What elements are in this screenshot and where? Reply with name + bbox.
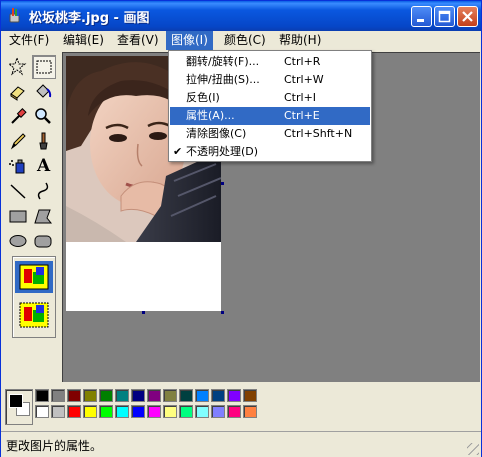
menu-item-shortcut: Ctrl+Shft+N	[284, 127, 353, 140]
minimize-button[interactable]	[411, 6, 432, 27]
menu-colors[interactable]: 颜色(C)	[219, 31, 271, 50]
palette-swatch[interactable]	[195, 389, 209, 402]
window-title: 松坂桃李.jpg - 画图	[29, 11, 150, 26]
menu-item-draw-opaque[interactable]: ✔ 不透明处理(D)	[170, 143, 370, 161]
image-menu-dropdown: 翻转/旋转(F)... Ctrl+R 拉伸/扭曲(S)... Ctrl+W 反色…	[168, 50, 372, 162]
magnifier-icon[interactable]	[32, 105, 56, 129]
rectangle-select-icon[interactable]	[32, 55, 56, 79]
menu-item-invert-colors[interactable]: 反色(I) Ctrl+I	[170, 89, 370, 107]
pencil-icon[interactable]	[7, 130, 31, 154]
palette-swatch[interactable]	[243, 405, 257, 418]
resize-handle-bottom[interactable]	[142, 311, 145, 314]
palette-swatch[interactable]	[67, 405, 81, 418]
text-tool-glyph: A	[37, 156, 51, 176]
transparent-selection-icon[interactable]	[15, 299, 53, 331]
text-tool-icon[interactable]: A	[32, 155, 56, 179]
palette-swatch[interactable]	[131, 389, 145, 402]
resize-handle-corner[interactable]	[221, 311, 224, 314]
maximize-icon	[438, 10, 451, 23]
color-picker-icon[interactable]	[7, 105, 31, 129]
tool-options-panel	[12, 256, 56, 338]
menu-view[interactable]: 查看(V)	[112, 31, 164, 50]
menu-item-label: 清除图像(C)	[186, 127, 247, 140]
menu-item-shortcut: Ctrl+W	[284, 73, 324, 86]
free-form-select-icon[interactable]	[7, 55, 31, 79]
status-bar: 更改图片的属性。	[1, 431, 481, 457]
minimize-icon	[417, 19, 424, 22]
title-bar[interactable]: 松坂桃李.jpg - 画图	[1, 1, 481, 31]
palette-swatch[interactable]	[99, 389, 113, 402]
check-mark-icon: ✔	[173, 145, 183, 158]
line-tool-icon[interactable]	[7, 180, 31, 204]
brush-icon[interactable]	[32, 130, 56, 154]
palette-swatch[interactable]	[35, 389, 49, 402]
menu-edit[interactable]: 编辑(E)	[58, 31, 109, 50]
menu-item-shortcut: Ctrl+E	[284, 109, 320, 122]
rounded-rectangle-tool-icon[interactable]	[32, 230, 56, 254]
airbrush-icon[interactable]	[7, 155, 31, 179]
maximize-button[interactable]	[434, 6, 455, 27]
palette-swatch[interactable]	[227, 389, 241, 402]
paint-brush-cup-icon	[9, 8, 20, 23]
curve-tool-icon[interactable]	[32, 180, 56, 204]
palette-swatch[interactable]	[163, 389, 177, 402]
menu-item-stretch-skew[interactable]: 拉伸/扭曲(S)... Ctrl+W	[170, 71, 370, 89]
fill-bucket-icon[interactable]	[32, 80, 56, 104]
palette-swatch[interactable]	[195, 405, 209, 418]
menu-item-clear-image[interactable]: 清除图像(C) Ctrl+Shft+N	[170, 125, 370, 143]
palette-swatch[interactable]	[131, 405, 145, 418]
menu-bar: 文件(F) 编辑(E) 查看(V) 图像(I) 颜色(C) 帮助(H)	[1, 31, 481, 50]
menu-help[interactable]: 帮助(H)	[274, 31, 326, 50]
palette-swatch[interactable]	[115, 405, 129, 418]
palette-swatch[interactable]	[147, 389, 161, 402]
current-colors[interactable]	[5, 389, 33, 425]
resize-handle-right[interactable]	[221, 182, 224, 185]
palette-swatch[interactable]	[179, 389, 193, 402]
menu-item-label: 反色(I)	[186, 91, 220, 104]
foreground-color-swatch	[9, 394, 23, 408]
polygon-tool-icon[interactable]	[32, 205, 56, 229]
palette-swatch[interactable]	[147, 405, 161, 418]
palette-swatch[interactable]	[243, 389, 257, 402]
palette-swatch[interactable]	[51, 389, 65, 402]
palette-swatch[interactable]	[179, 405, 193, 418]
palette-swatch[interactable]	[211, 389, 225, 402]
rectangle-tool-icon[interactable]	[7, 205, 31, 229]
palette-swatch[interactable]	[163, 405, 177, 418]
opaque-selection-icon[interactable]	[15, 261, 53, 293]
palette-swatch[interactable]	[51, 405, 65, 418]
palette-swatch[interactable]	[115, 389, 129, 402]
palette-swatch[interactable]	[35, 405, 49, 418]
palette-swatch[interactable]	[227, 405, 241, 418]
menu-item-label: 翻转/旋转(F)...	[186, 55, 260, 68]
menu-item-label: 拉伸/扭曲(S)...	[186, 73, 260, 86]
close-button[interactable]	[457, 6, 478, 27]
eraser-icon[interactable]	[7, 80, 31, 104]
close-icon	[462, 11, 473, 22]
palette-swatch[interactable]	[83, 405, 97, 418]
toolbox: A	[3, 52, 60, 382]
color-box	[1, 385, 481, 429]
menu-item-shortcut: Ctrl+I	[284, 91, 317, 104]
resize-grip-icon[interactable]	[467, 443, 479, 455]
paint-window: 松坂桃李.jpg - 画图 文件(F) 编辑(E) 查看(V) 图像(I) 颜色…	[0, 0, 482, 457]
menu-item-label: 属性(A)...	[186, 109, 235, 122]
menu-item-label: 不透明处理(D)	[186, 145, 259, 158]
menu-file[interactable]: 文件(F)	[4, 31, 54, 50]
palette-swatch[interactable]	[99, 405, 113, 418]
palette-swatch[interactable]	[67, 389, 81, 402]
menu-item-attributes[interactable]: 属性(A)... Ctrl+E	[170, 107, 370, 125]
ellipse-tool-icon[interactable]	[7, 230, 31, 254]
palette-swatch[interactable]	[83, 389, 97, 402]
menu-image[interactable]: 图像(I)	[166, 31, 213, 50]
palette-swatch[interactable]	[211, 405, 225, 418]
menu-item-flip-rotate[interactable]: 翻转/旋转(F)... Ctrl+R	[170, 53, 370, 71]
menu-item-shortcut: Ctrl+R	[284, 55, 321, 68]
status-text: 更改图片的属性。	[6, 439, 103, 453]
